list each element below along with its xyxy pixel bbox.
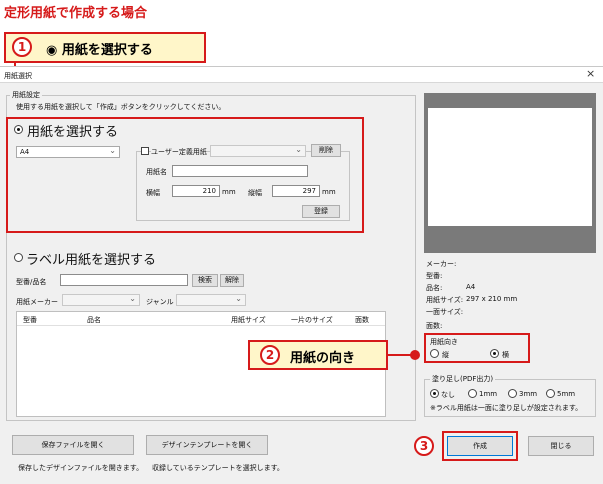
- info-maker-label: メーカー:: [426, 260, 457, 268]
- width-label: 横幅: [146, 189, 160, 197]
- paper-select-dialog: 用紙選択 × 用紙設定 使用する用紙を選択して「作成」ボタンをクリックしてくださ…: [0, 66, 603, 484]
- genre-label: ジャンル: [146, 298, 174, 306]
- delete-button[interactable]: 削除: [311, 144, 341, 157]
- width-value: 210: [202, 187, 216, 195]
- register-button[interactable]: 登録: [302, 205, 340, 218]
- height-label: 縦幅: [248, 189, 262, 197]
- info-name-value: A4: [466, 283, 476, 291]
- bleed-note: ※ラベル用紙は一面に塗り足しが設定されます。: [430, 404, 583, 412]
- close-button[interactable]: 閉じる: [528, 436, 594, 456]
- model-name-input[interactable]: [60, 274, 188, 286]
- step3-number: 3: [414, 436, 434, 456]
- table-header-divider: [17, 325, 385, 326]
- info-size-value: 297 x 210 mm: [466, 295, 518, 303]
- open-template-description: 収録しているテンプレートを選択します。: [152, 464, 284, 472]
- step2-number: 2: [260, 345, 280, 365]
- user-defined-checkbox[interactable]: [141, 147, 149, 155]
- genre-select[interactable]: ⌄: [176, 294, 246, 306]
- width-input[interactable]: 210: [172, 185, 220, 197]
- portrait-radio[interactable]: [430, 349, 439, 358]
- bleed-option-label: 1mm: [479, 390, 498, 398]
- select-paper-label: 用紙を選択する: [27, 125, 119, 140]
- chevron-down-icon: ⌄: [129, 294, 136, 303]
- paper-size-select[interactable]: A4 ⌄: [16, 146, 120, 158]
- step1-label: ◉ 用紙を選択する: [46, 43, 153, 58]
- info-piece-label: 一面サイズ:: [426, 308, 464, 316]
- page-heading: 定形用紙で作成する場合: [4, 6, 148, 21]
- close-icon[interactable]: ×: [586, 67, 595, 80]
- width-unit: mm: [222, 188, 236, 196]
- paper-name-input[interactable]: [172, 165, 308, 177]
- maker-label: 用紙メーカー: [16, 298, 58, 306]
- instruction-text: 使用する用紙を選択して「作成」ボタンをクリックしてください。: [16, 103, 226, 111]
- create-button[interactable]: 作成: [447, 436, 513, 456]
- bleed-radio-1mm[interactable]: [468, 389, 477, 398]
- chevron-down-icon: ⌄: [295, 145, 302, 154]
- search-button[interactable]: 検索: [192, 274, 218, 287]
- section-label: 用紙設定: [10, 90, 42, 100]
- height-value: 297: [302, 187, 316, 195]
- column-header: 一片のサイズ: [291, 316, 333, 324]
- chevron-down-icon: ⌄: [235, 294, 242, 303]
- paper-preview-sheet: [428, 108, 592, 226]
- paper-preview: [424, 93, 596, 253]
- bleed-radio-3mm[interactable]: [508, 389, 517, 398]
- portrait-label: 縦: [442, 351, 449, 359]
- step2-connector-dot: [410, 350, 420, 360]
- bleed-option-label: なし: [441, 391, 455, 399]
- clear-button[interactable]: 解除: [220, 274, 244, 287]
- bleed-radio-none[interactable]: [430, 389, 439, 398]
- select-label-label: ラベル用紙を選択する: [26, 253, 157, 268]
- step2-label: 用紙の向き: [290, 351, 356, 366]
- open-template-button[interactable]: デザインテンプレートを開く: [146, 435, 268, 455]
- column-header: 型番: [23, 316, 37, 324]
- bleed-option-label: 3mm: [519, 390, 538, 398]
- paper-name-label: 用紙名: [146, 168, 167, 176]
- info-faces-label: 面数:: [426, 322, 443, 330]
- info-size-label: 用紙サイズ:: [426, 296, 464, 304]
- bleed-radio-5mm[interactable]: [546, 389, 555, 398]
- column-header: 面数: [355, 316, 369, 324]
- height-input[interactable]: 297: [272, 185, 320, 197]
- user-defined-label: ユーザー定義用紙: [151, 147, 207, 157]
- dialog-titlebar: 用紙選択 ×: [0, 67, 603, 83]
- dialog-title: 用紙選択: [4, 72, 32, 80]
- info-name-label: 品名:: [426, 284, 443, 292]
- step2-callout: 2 用紙の向き: [248, 340, 388, 370]
- landscape-radio[interactable]: [490, 349, 499, 358]
- model-name-label: 型番/品名: [16, 278, 47, 286]
- maker-select[interactable]: ⌄: [62, 294, 140, 306]
- step1-number: 1: [12, 37, 32, 57]
- step1-callout: 1 ◉ 用紙を選択する: [4, 32, 206, 63]
- column-header: 用紙サイズ: [231, 316, 266, 324]
- info-model-label: 型番:: [426, 272, 443, 280]
- user-defined-select[interactable]: ⌄: [210, 145, 306, 157]
- open-saved-file-description: 保存したデザインファイルを開きます。: [18, 464, 144, 472]
- landscape-label: 横: [502, 351, 509, 359]
- bleed-option-label: 5mm: [557, 390, 576, 398]
- select-paper-radio[interactable]: [14, 125, 23, 134]
- bleed-label: 塗り足し(PDF出力): [430, 374, 496, 384]
- select-label-radio[interactable]: [14, 253, 23, 262]
- paper-size-value: A4: [20, 148, 30, 156]
- chevron-down-icon: ⌄: [109, 146, 116, 155]
- orientation-label: 用紙向き: [430, 338, 458, 346]
- column-header: 品名: [87, 316, 101, 324]
- height-unit: mm: [322, 188, 336, 196]
- open-saved-file-button[interactable]: 保存ファイルを開く: [12, 435, 134, 455]
